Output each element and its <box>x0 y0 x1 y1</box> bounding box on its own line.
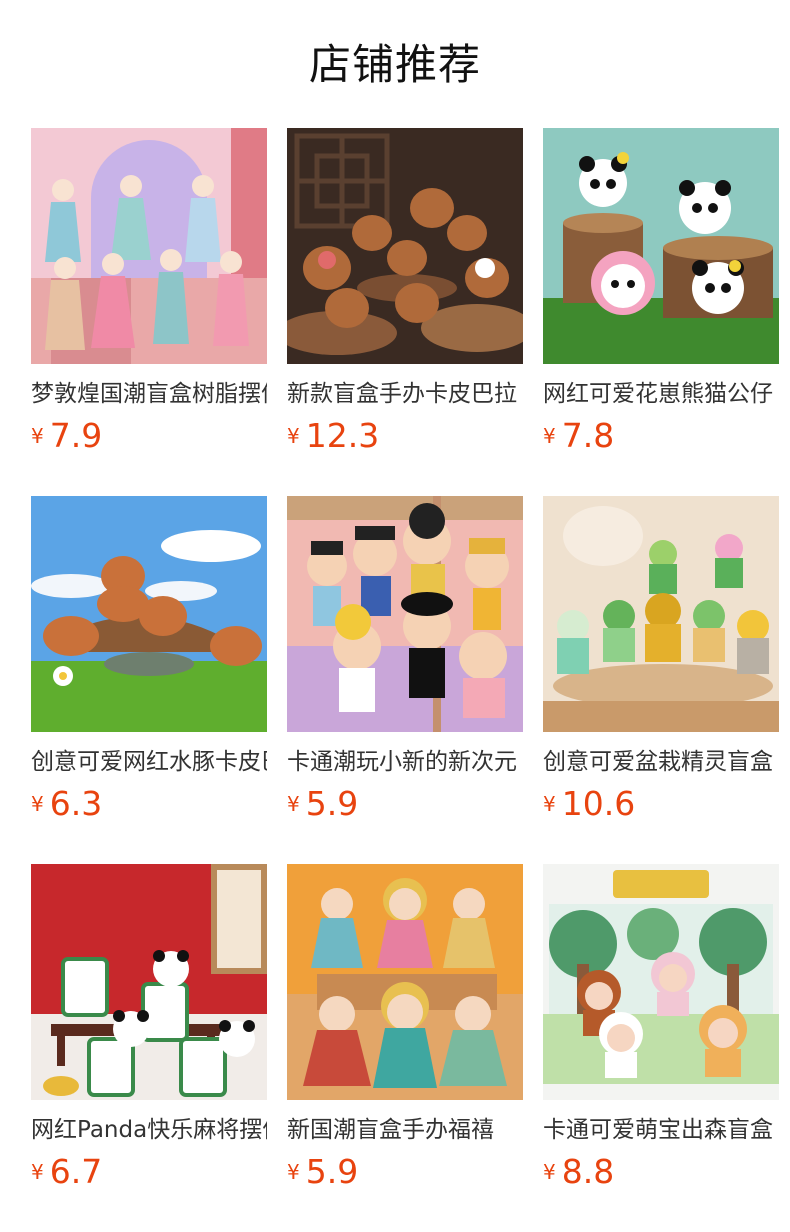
product-price: ¥6.7 <box>31 1152 102 1196</box>
product-image[interactable] <box>31 864 267 1100</box>
currency-symbol: ¥ <box>287 791 300 816</box>
product-card[interactable]: 卡通潮玩小新的新次元 ¥5.9 <box>287 496 523 864</box>
product-card[interactable]: 新款盲盒手办卡皮巴拉 ¥12.3 <box>287 128 523 496</box>
currency-symbol: ¥ <box>543 1159 556 1184</box>
product-image[interactable] <box>543 864 779 1100</box>
capybara-figurines-image <box>287 128 523 364</box>
product-grid: 梦敦煌国潮盲盒树脂摆件 ¥7.9 新款盲盒手办卡皮巴拉 ¥ 12.3 网红可爱花… <box>31 128 779 1232</box>
product-card[interactable]: 创意可爱网红水豚卡皮巴拉 ¥6.3 <box>31 496 267 864</box>
currency-symbol: ¥ <box>543 791 556 816</box>
currency-symbol: ¥ <box>287 423 300 448</box>
price-value: 7.8 <box>561 416 615 455</box>
price-value: 5.9 <box>305 784 359 823</box>
product-name[interactable]: 梦敦煌国潮盲盒树脂摆件 <box>31 374 267 414</box>
price-value: 10.6 <box>561 784 636 823</box>
product-price: ¥7.8 <box>543 416 614 460</box>
currency-symbol: ¥ <box>31 791 44 816</box>
forest-baby-figurines-image <box>543 864 779 1100</box>
product-price: ¥10.6 <box>543 784 635 828</box>
product-price: ¥8.8 <box>543 1152 614 1196</box>
product-price: ¥12.3 <box>287 416 379 460</box>
product-image[interactable] <box>287 864 523 1100</box>
product-card[interactable]: 新国潮盲盒手办福禧 ¥5.9 <box>287 864 523 1232</box>
plant-sprite-figurines-image <box>543 496 779 732</box>
product-price: ¥6.3 <box>31 784 102 828</box>
product-name[interactable]: 创意可爱盆栽精灵盲盒 <box>543 742 779 782</box>
product-image[interactable] <box>31 128 267 364</box>
product-name[interactable]: 新国潮盲盒手办福禧 <box>287 1110 523 1150</box>
product-card[interactable]: 网红Panda快乐麻将摆件 ¥6.7 <box>31 864 267 1232</box>
product-name[interactable]: 卡通可爱萌宝出森盲盒 <box>543 1110 779 1150</box>
product-price: ¥5.9 <box>287 1152 358 1196</box>
product-price: ¥5.9 <box>287 784 358 828</box>
price-value: 6.7 <box>49 1152 103 1191</box>
panda-figurines-image <box>543 128 779 364</box>
store-recommendation-page: 店铺推荐 梦敦煌国潮盲盒树脂摆件 ¥ 7.9 新款盲盒手办卡皮巴拉 ¥ 12.3… <box>0 0 790 1232</box>
capybara-meadow-image <box>31 496 267 732</box>
page-title: 店铺推荐 <box>308 40 481 89</box>
product-price: ¥7.9 <box>31 416 102 460</box>
crayon-shin-figurines-image <box>287 496 523 732</box>
product-card[interactable]: 网红可爱花崽熊猫公仔 ¥7.8 <box>543 128 779 496</box>
price-value: 6.3 <box>49 784 103 823</box>
price-value: 5.9 <box>305 1152 359 1191</box>
currency-symbol: ¥ <box>287 1159 300 1184</box>
product-name[interactable]: 卡通潮玩小新的新次元 <box>287 742 523 782</box>
product-name[interactable]: 网红Panda快乐麻将摆件 <box>31 1110 267 1150</box>
product-image[interactable] <box>543 128 779 364</box>
product-card[interactable]: 卡通可爱萌宝出森盲盒 ¥8.8 <box>543 864 779 1232</box>
price-value: 7.9 <box>49 416 103 455</box>
panda-mahjong-image <box>31 864 267 1100</box>
product-name[interactable]: 新款盲盒手办卡皮巴拉 <box>287 374 523 414</box>
product-name[interactable]: 网红可爱花崽熊猫公仔 <box>543 374 779 414</box>
product-image[interactable] <box>543 496 779 732</box>
product-image[interactable] <box>287 496 523 732</box>
price-value: 8.8 <box>561 1152 615 1191</box>
currency-symbol: ¥ <box>31 423 44 448</box>
guochao-figurines-image <box>287 864 523 1100</box>
product-card[interactable]: 梦敦煌国潮盲盒树脂摆件 ¥7.9 <box>31 128 267 496</box>
product-card[interactable]: 创意可爱盆栽精灵盲盒 ¥10.6 <box>543 496 779 864</box>
currency-symbol: ¥ <box>31 1159 44 1184</box>
currency-symbol: ¥ <box>543 423 556 448</box>
product-name[interactable]: 创意可爱网红水豚卡皮巴拉 <box>31 742 267 782</box>
dunhuang-figurines-image <box>31 128 267 364</box>
product-image[interactable] <box>287 128 523 364</box>
product-image[interactable] <box>31 496 267 732</box>
price-value: 12.3 <box>305 416 380 455</box>
